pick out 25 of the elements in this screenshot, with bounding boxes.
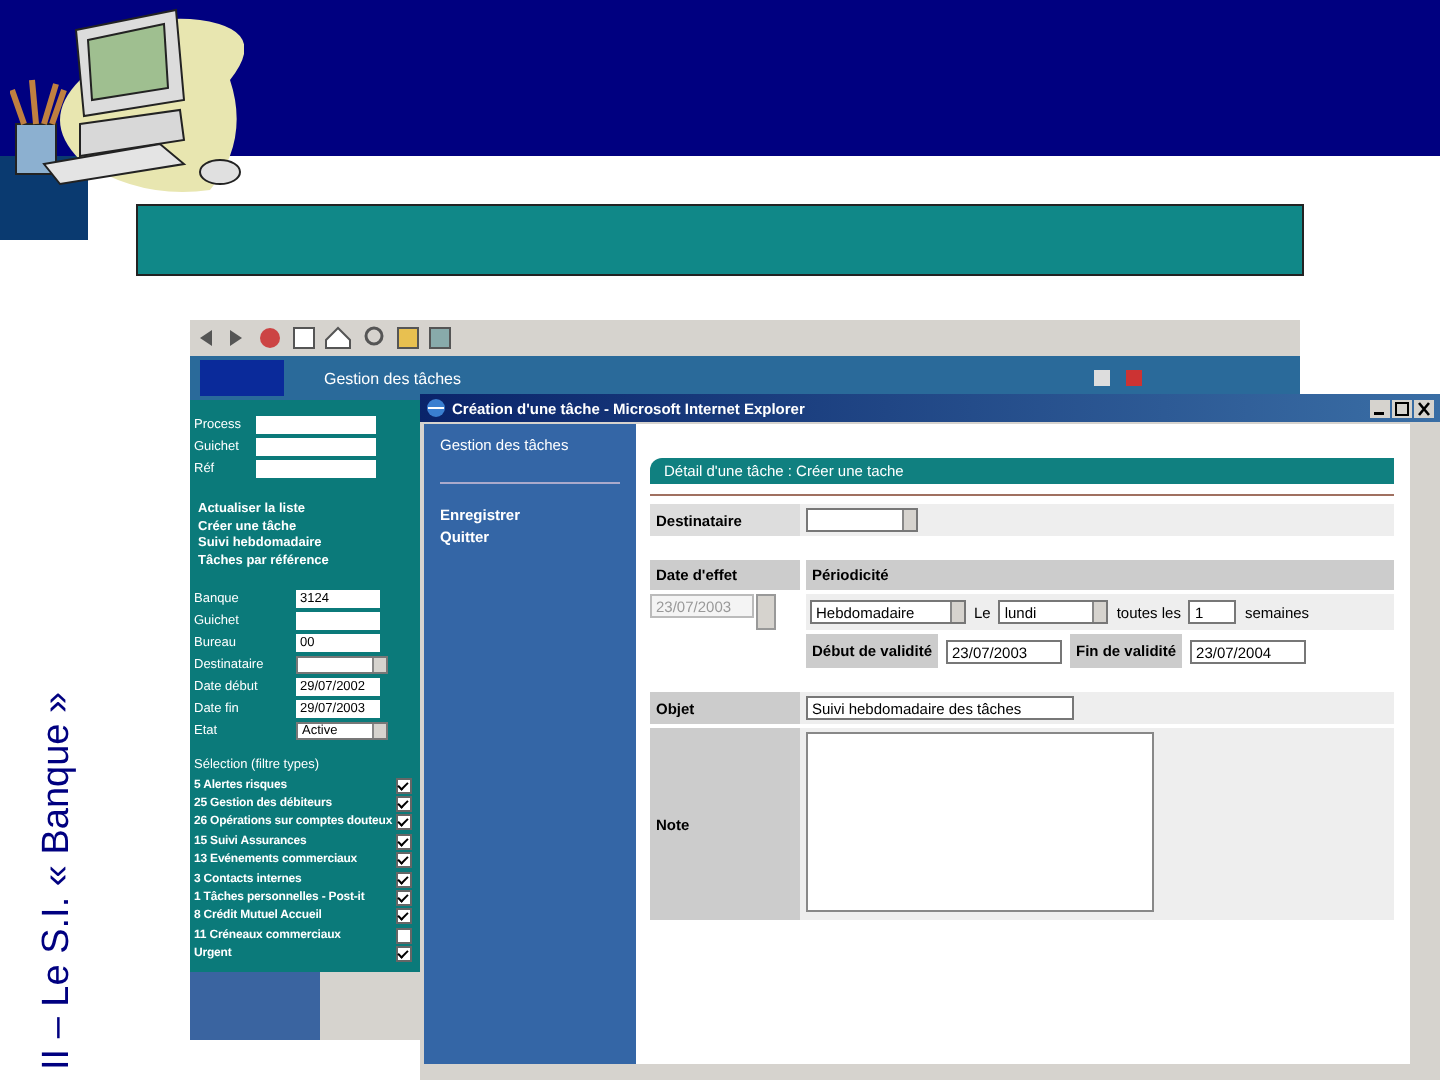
app-title: Gestion des tâches [324,369,463,387]
input-field[interactable] [256,438,376,456]
checkbox[interactable] [396,814,412,831]
checkbox[interactable] [396,871,412,888]
globe-icon [426,398,446,418]
checkbox[interactable] [396,927,412,944]
checkbox[interactable] [396,890,412,907]
checkbox[interactable] [396,908,412,925]
maximize-icon [1392,399,1412,417]
input-field[interactable] [256,460,376,478]
checkbox[interactable] [396,777,412,794]
minimize-icon [1370,399,1390,417]
logo-block [200,360,284,396]
input-field[interactable] [296,612,380,630]
dropdown[interactable] [296,656,388,674]
dropdown[interactable] [806,508,918,532]
text-area[interactable] [806,732,1154,912]
panel-background [190,971,320,1040]
close-icon [1414,399,1434,417]
slide-title: II – Le S.I. « Banque » [36,689,80,1070]
checkbox[interactable] [396,796,412,813]
input-field[interactable] [256,416,376,434]
checkbox[interactable] [396,833,412,850]
checkbox[interactable] [396,852,412,869]
checkbox[interactable] [396,946,412,963]
